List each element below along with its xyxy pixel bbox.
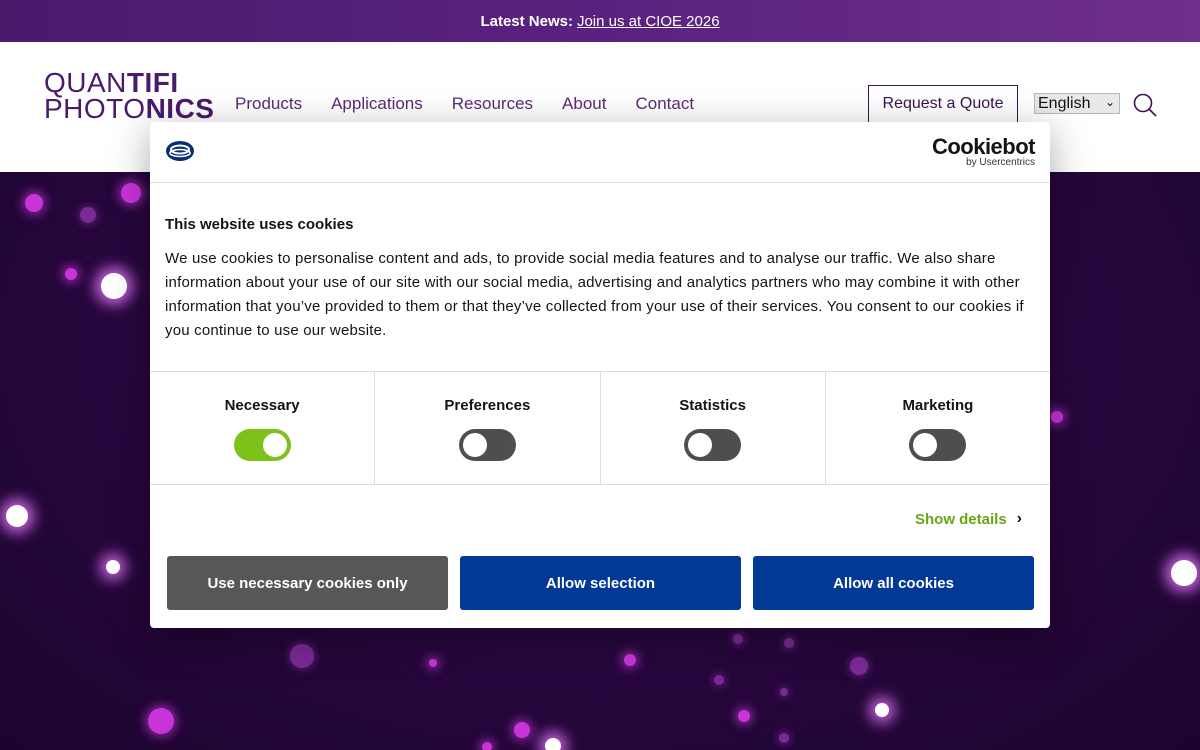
category-statistics: Statistics [601, 372, 826, 484]
particle [875, 703, 889, 717]
particle [1171, 560, 1197, 586]
news-link[interactable]: Join us at CIOE 2026 [577, 13, 720, 30]
particle [429, 659, 437, 667]
use-necessary-only-button[interactable]: Use necessary cookies only [167, 556, 448, 610]
particle [25, 194, 43, 212]
allow-all-cookies-button[interactable]: Allow all cookies [753, 556, 1034, 610]
category-preferences: Preferences [375, 372, 601, 484]
particle [148, 708, 174, 734]
particle [545, 738, 561, 750]
language-select[interactable]: English ⌄ [1034, 93, 1120, 114]
category-label: Necessary [224, 397, 300, 414]
cookiebot-brand-name: Cookiebot [931, 134, 1036, 159]
dialog-body: This website uses cookies We use cookies… [150, 183, 1050, 371]
category-necessary: Necessary [150, 372, 376, 484]
particle [850, 657, 868, 675]
particle [780, 688, 788, 696]
particle [1051, 411, 1063, 423]
logo-text-nics: NICS [145, 93, 215, 124]
nav-item-contact[interactable]: Contact [635, 94, 694, 114]
category-label: Statistics [679, 397, 746, 414]
preferences-toggle[interactable] [458, 429, 516, 461]
nav-item-products[interactable]: Products [235, 94, 302, 114]
category-marketing: Marketing [826, 372, 1050, 484]
details-row: Show details › [150, 485, 1050, 555]
particle [714, 675, 724, 685]
nav-item-about[interactable]: About [562, 94, 606, 114]
particle [6, 505, 28, 527]
particle [624, 654, 636, 666]
marketing-toggle[interactable] [909, 429, 967, 461]
necessary-toggle[interactable] [233, 429, 291, 461]
particle [738, 710, 750, 722]
logo-text-photo: PHOTO [44, 93, 146, 124]
chevron-down-icon: ⌄ [1104, 95, 1115, 109]
particle [121, 183, 141, 203]
show-details-label: Show details [914, 510, 1007, 528]
particle [290, 644, 314, 668]
news-bar: Latest News: Join us at CIOE 2026 [0, 0, 1200, 42]
dialog-buttons: Use necessary cookies only Allow selecti… [167, 556, 1034, 610]
particle [779, 733, 789, 743]
cookiebot-logo[interactable]: Cookiebot by Usercentrics [931, 134, 1036, 168]
request-quote-button[interactable]: Request a Quote [868, 85, 1018, 123]
chevron-right-icon: › [1016, 510, 1022, 527]
search-icon[interactable] [1132, 92, 1158, 118]
particle [65, 268, 77, 280]
particle [784, 638, 794, 648]
category-label: Marketing [902, 397, 974, 414]
statistics-toggle[interactable] [684, 429, 742, 461]
toggle-knob [462, 433, 487, 457]
particle [106, 560, 120, 574]
quantifi-photonics-logo[interactable]: QUANTIFI PHOTONICS [44, 69, 215, 124]
toggle-knob [688, 433, 713, 457]
nav-item-resources[interactable]: Resources [452, 94, 533, 114]
show-details-link[interactable]: Show details › [915, 510, 1022, 528]
dialog-header: Cookiebot by Usercentrics [150, 122, 1050, 183]
particle [482, 742, 492, 750]
category-label: Preferences [444, 397, 531, 414]
toggle-knob [262, 433, 287, 457]
particle [101, 273, 127, 299]
cookiebot-brand-sub: by Usercentrics [966, 157, 1035, 168]
dialog-text: We use cookies to personalise content an… [165, 250, 1024, 339]
allow-selection-button[interactable]: Allow selection [460, 556, 741, 610]
main-nav: Products Applications Resources About Co… [235, 94, 723, 114]
consent-categories: Necessary Preferences Statistics Marketi… [150, 371, 1050, 485]
cookie-icon [166, 141, 194, 161]
toggle-knob [913, 433, 938, 457]
particle [80, 207, 96, 223]
language-selected-value: English [1038, 94, 1091, 112]
particle [514, 722, 530, 738]
nav-item-applications[interactable]: Applications [331, 94, 423, 114]
dialog-title: This website uses cookies [165, 216, 354, 233]
cookie-consent-dialog: Cookiebot by Usercentrics This website u… [150, 122, 1050, 628]
news-label: Latest News: [480, 12, 573, 30]
particle [733, 634, 743, 644]
